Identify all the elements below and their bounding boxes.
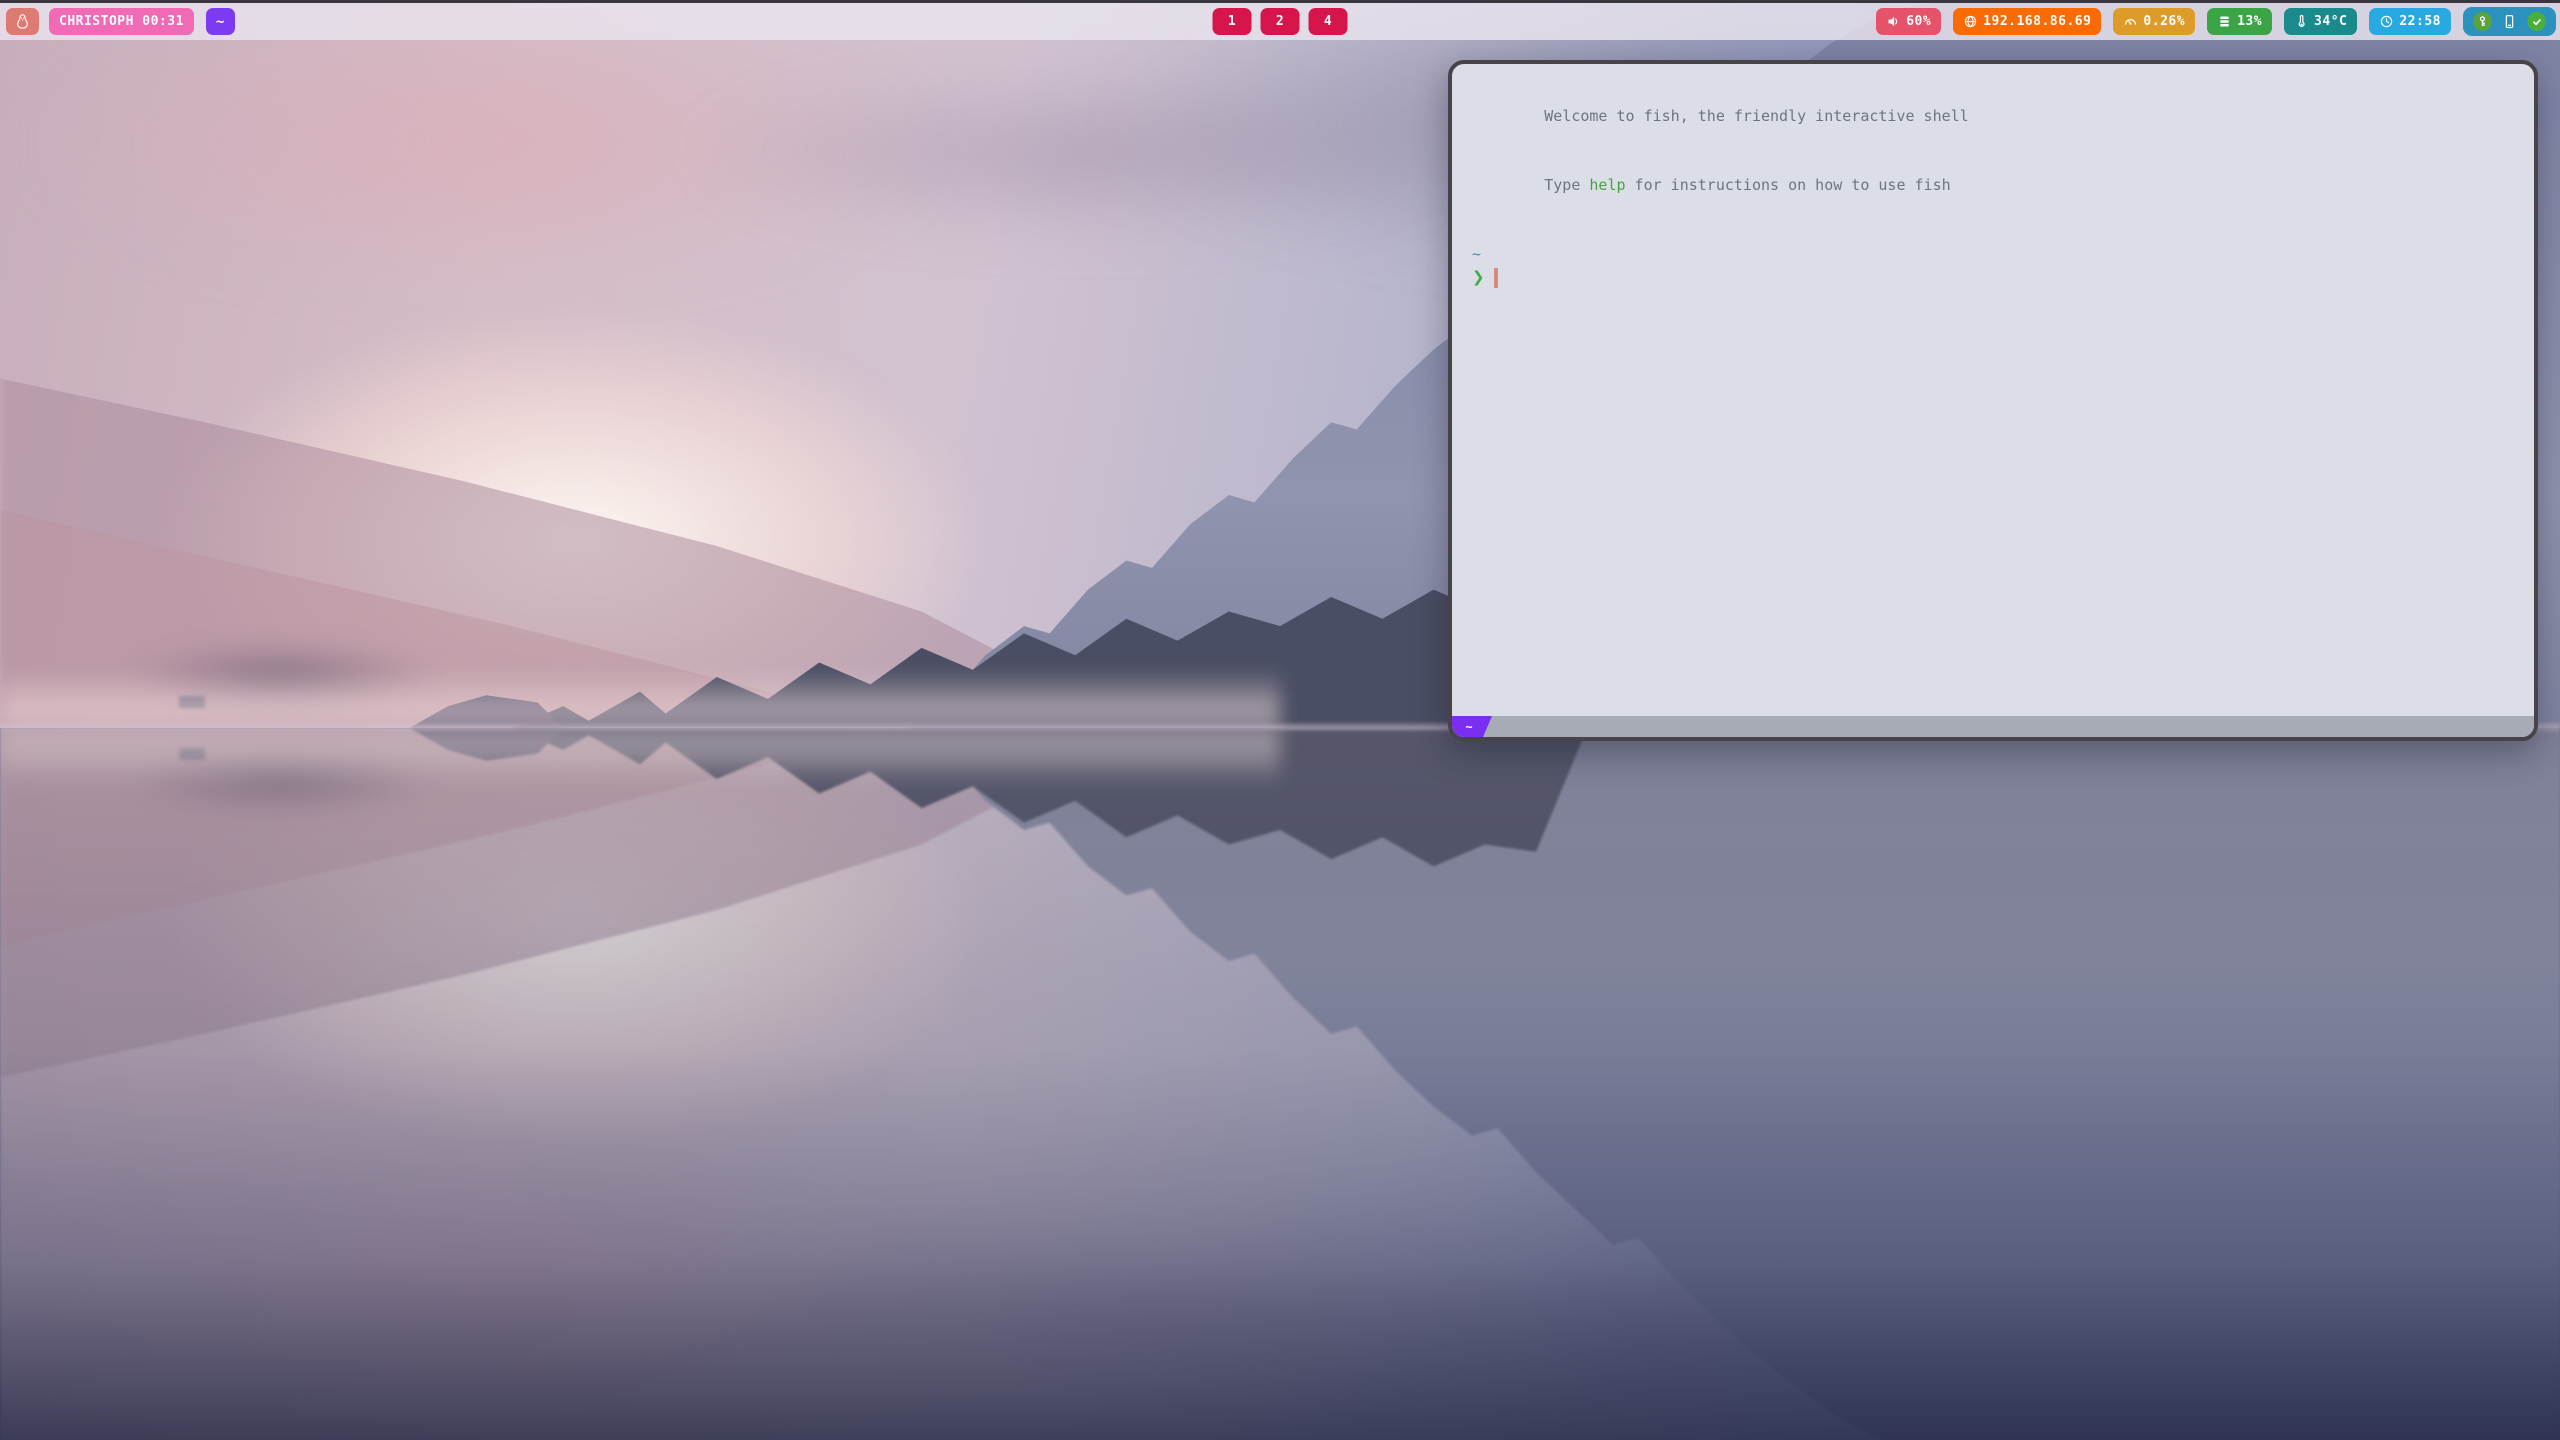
workspace-1[interactable]: 1 [1213, 8, 1252, 35]
temperature-value: 34°C [2314, 14, 2347, 29]
key-icon[interactable] [2473, 12, 2492, 31]
fish-help-line: Type help for instructions on how to use… [1472, 151, 2516, 220]
desktop: CHRISTOPH 00:31 ~ 1 2 4 [0, 0, 2560, 1440]
hostname-time-label: CHRISTOPH 00:31 [59, 14, 184, 29]
phone-icon[interactable] [2502, 13, 2517, 30]
layout-symbol: ~ [216, 14, 225, 30]
terminal-window: Welcome to fish, the friendly interactiv… [1448, 60, 2538, 741]
tux-linux-icon [14, 12, 31, 31]
thermometer-icon [2294, 14, 2309, 29]
system-tray [2463, 7, 2556, 36]
clock-badge[interactable]: 22:58 [2369, 8, 2451, 35]
cpu-badge: 0.26% [2113, 8, 2195, 35]
top-bar: CHRISTOPH 00:31 ~ 1 2 4 [0, 0, 2560, 40]
lake-reflection [0, 728, 2560, 1440]
check-icon[interactable] [2527, 12, 2546, 31]
layout-badge[interactable]: ~ [206, 8, 235, 35]
volume-value: 60% [1906, 14, 1931, 29]
memory-value: 13% [2237, 14, 2262, 29]
workspace-switcher: 1 2 4 [1213, 8, 1348, 35]
help-keyword: help [1589, 176, 1625, 194]
prompt-cwd: ~ [1472, 243, 2516, 266]
prompt-symbol: ❯ [1472, 266, 1485, 289]
network-badge: 192.168.86.69 [1953, 8, 2101, 35]
hostname-time-badge: CHRISTOPH 00:31 [49, 8, 194, 35]
prompt-row: ❯ [1472, 266, 2516, 289]
clock-icon [2379, 14, 2394, 29]
lake-mist [0, 670, 1280, 728]
fish-welcome-line: Welcome to fish, the friendly interactiv… [1472, 82, 2516, 151]
launcher-button[interactable] [6, 8, 39, 35]
globe-icon [1963, 14, 1978, 29]
cpu-value: 0.26% [2143, 14, 2185, 29]
temperature-badge: 34°C [2284, 8, 2357, 35]
memory-stack-icon [2217, 14, 2232, 29]
terminal-tab-bar: ~ [1452, 716, 2534, 737]
workspace-4[interactable]: 4 [1309, 8, 1348, 35]
clock-value: 22:58 [2399, 14, 2441, 29]
ip-address: 192.168.86.69 [1983, 14, 2091, 29]
status-modules: 60% 192.168.86.69 [1876, 7, 2556, 36]
workspace-2[interactable]: 2 [1261, 8, 1300, 35]
water-tint [0, 728, 2560, 1440]
text-cursor [1494, 268, 1498, 288]
terminal-content[interactable]: Welcome to fish, the friendly interactiv… [1452, 64, 2534, 716]
terminal-tab[interactable]: ~ [1452, 716, 1492, 737]
volume-badge[interactable]: 60% [1876, 8, 1941, 35]
gauge-icon [2123, 14, 2138, 29]
speaker-icon [1886, 14, 1901, 29]
memory-badge: 13% [2207, 8, 2272, 35]
